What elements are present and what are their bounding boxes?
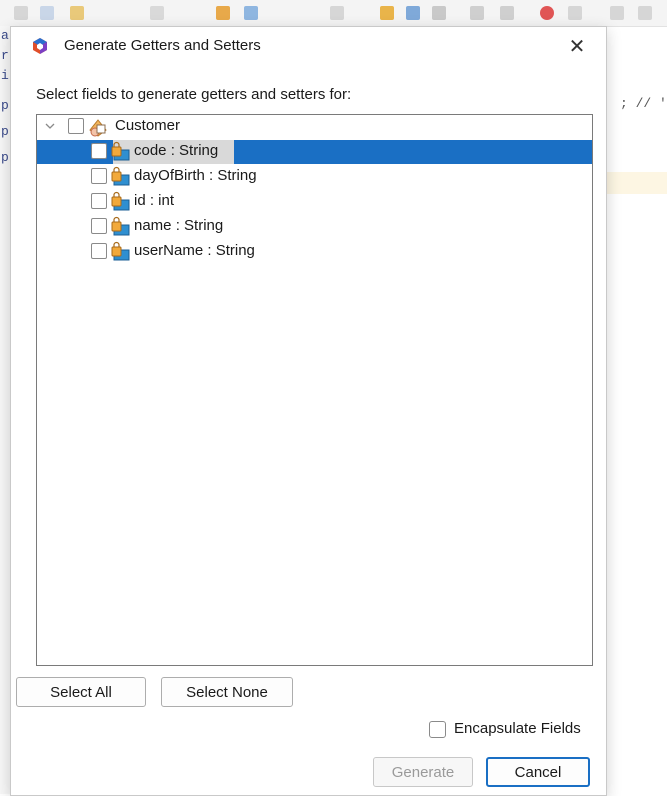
toolbar-icon[interactable] [470, 6, 484, 20]
field-label: dayOfBirth : String [134, 167, 257, 184]
toolbar-icon[interactable] [540, 6, 554, 20]
toolbar-icon[interactable] [150, 6, 164, 20]
dialog-titlebar[interactable]: Generate Getters and Setters ✕ [11, 27, 606, 65]
gutter-letter: i [1, 68, 9, 83]
field-checkbox[interactable] [91, 168, 107, 184]
toolbar-icon[interactable] [216, 6, 230, 20]
toolbar-icon[interactable] [40, 6, 54, 20]
field-checkbox[interactable] [91, 243, 107, 259]
class-icon [87, 116, 109, 138]
tree-field-row[interactable]: dayOfBirth : String [37, 165, 592, 189]
select-all-button[interactable]: Select All [16, 677, 146, 707]
close-icon: ✕ [568, 35, 586, 58]
dialog-title: Generate Getters and Setters [64, 37, 261, 54]
gutter-letter: p [1, 150, 9, 165]
field-label: name : String [134, 217, 224, 234]
toolbar-icon[interactable] [14, 6, 28, 20]
toolbar-icon[interactable] [330, 6, 344, 20]
encapsulate-fields-checkbox[interactable] [429, 721, 446, 738]
toolbar-icon[interactable] [432, 6, 446, 20]
toolbar-icon[interactable] [500, 6, 514, 20]
gutter-letter: p [1, 98, 9, 113]
cancel-button[interactable]: Cancel [486, 757, 590, 787]
toolbar-icon[interactable] [406, 6, 420, 20]
private-field-icon [109, 191, 131, 213]
tree-field-row[interactable]: id : int [37, 190, 592, 214]
field-label: userName : String [134, 242, 255, 259]
generate-button[interactable]: Generate [373, 757, 473, 787]
tree-field-row[interactable]: code : String [37, 140, 592, 164]
gutter-letter: a [1, 28, 9, 43]
tree-field-row[interactable]: name : String [37, 215, 592, 239]
editor-line-highlight [605, 172, 667, 194]
gutter-letter: r [1, 48, 9, 63]
chevron-down-icon[interactable] [43, 120, 57, 134]
toolbar-icon[interactable] [568, 6, 582, 20]
private-field-icon [109, 166, 131, 188]
field-checkbox[interactable] [91, 143, 107, 159]
private-field-icon [109, 216, 131, 238]
root-checkbox[interactable] [68, 118, 84, 134]
field-label: id : int [134, 192, 175, 209]
generate-getters-setters-dialog: Generate Getters and Setters ✕ Select fi… [10, 26, 607, 796]
field-checkbox[interactable] [91, 218, 107, 234]
private-field-icon [109, 141, 131, 163]
fields-prompt: Select fields to generate getters and se… [36, 86, 352, 103]
toolbar-icon[interactable] [244, 6, 258, 20]
app-logo-icon [31, 37, 49, 55]
ide-toolbar [0, 0, 667, 27]
tree-root-label: Customer [115, 117, 181, 134]
field-checkbox[interactable] [91, 193, 107, 209]
toolbar-icon[interactable] [380, 6, 394, 20]
toolbar-icon[interactable] [610, 6, 624, 20]
tree-field-row[interactable]: userName : String [37, 240, 592, 264]
select-none-button[interactable]: Select None [161, 677, 293, 707]
encapsulate-fields-label: Encapsulate Fields [454, 720, 581, 737]
field-label: code : String [134, 142, 219, 159]
toolbar-icon[interactable] [638, 6, 652, 20]
editor-gutter: a r i p p p [0, 26, 10, 794]
gutter-letter: p [1, 124, 9, 139]
toolbar-icon[interactable] [70, 6, 84, 20]
private-field-icon [109, 241, 131, 263]
tree-root-row[interactable]: Customer [37, 115, 592, 139]
fields-tree[interactable]: Customer code : String dayOfBirth: Stri… [36, 114, 593, 666]
editor-code-fragment: ; // ' [620, 96, 667, 111]
close-button[interactable]: ✕ [564, 33, 590, 59]
